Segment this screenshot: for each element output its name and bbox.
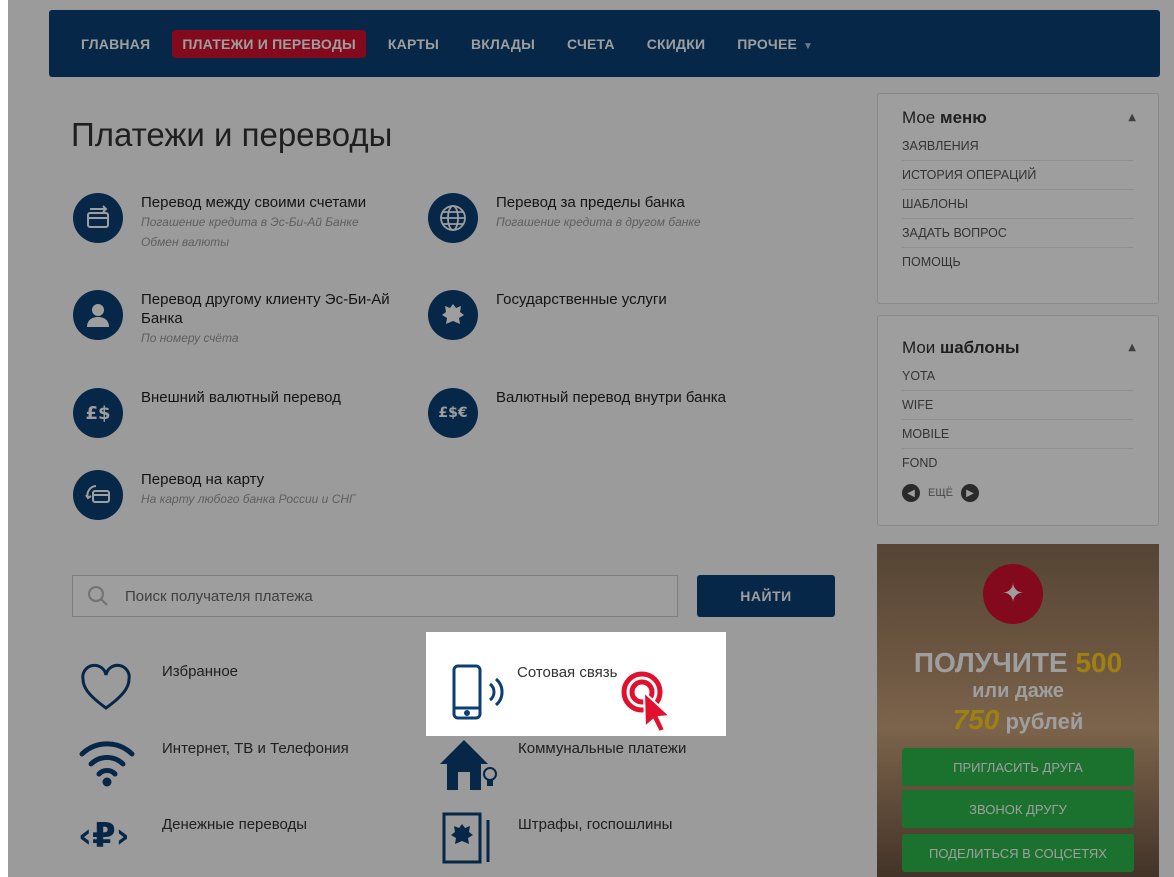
- service-label: Государственные услуги: [496, 291, 667, 308]
- globe-icon: [428, 193, 478, 243]
- chevron-down-icon: ▼: [803, 40, 814, 52]
- card-refresh-icon: [73, 470, 123, 520]
- nav-item-cards[interactable]: КАРТЫ: [378, 30, 449, 58]
- call-friend-button[interactable]: ЗВОНОК ДРУГУ: [902, 790, 1134, 828]
- category-label: Избранное: [162, 663, 239, 680]
- document-coat-icon: [442, 812, 490, 864]
- promo-line3: 750 рублей: [877, 704, 1159, 736]
- click-cursor-icon: [621, 671, 673, 734]
- nav-item-home[interactable]: ГЛАВНАЯ: [71, 30, 160, 58]
- my-templates-title-bold: шаблоны: [940, 338, 1020, 357]
- recipient-search: [72, 575, 678, 617]
- category-mobile-highlight[interactable]: Сотовая связь: [426, 632, 726, 736]
- my-menu-title-bold: меню: [940, 108, 987, 127]
- service-other-client[interactable]: Перевод другому клиенту Эс-Би-Ай Банка П…: [73, 290, 401, 348]
- my-menu-item[interactable]: ЗАЯВЛЕНИЯ: [902, 132, 1134, 161]
- promo-banner: ✦ ПОЛУЧИТЕ 500 или даже 750 рублей ПРИГЛ…: [877, 544, 1159, 877]
- page: ГЛАВНАЯ ПЛАТЕЖИ И ПЕРЕВОДЫ КАРТЫ ВКЛАДЫ …: [8, 0, 1174, 877]
- service-own-accounts[interactable]: Перевод между своими счетами Погашение к…: [73, 193, 401, 252]
- service-sublink[interactable]: Обмен валюты: [141, 232, 401, 252]
- my-menu-item[interactable]: ЗАДАТЬ ВОПРОС: [902, 219, 1134, 248]
- service-outside-bank[interactable]: Перевод за пределы банка Погашение креди…: [428, 193, 756, 243]
- promo-line1: ПОЛУЧИТЕ 500: [877, 647, 1159, 679]
- category-label: Сотовая связь: [517, 664, 618, 681]
- template-item[interactable]: FOND: [902, 449, 1134, 478]
- top-nav: ГЛАВНАЯ ПЛАТЕЖИ И ПЕРЕВОДЫ КАРТЫ ВКЛАДЫ …: [49, 10, 1160, 77]
- service-sublink[interactable]: По номеру счёта: [141, 328, 401, 348]
- service-currency-internal[interactable]: £$€ Валютный перевод внутри банка: [428, 388, 756, 438]
- service-label: Перевод на карту: [141, 471, 265, 488]
- promo-line2: или даже: [972, 680, 1064, 702]
- find-button[interactable]: НАЙТИ: [697, 575, 835, 617]
- category-label: Коммунальные платежи: [518, 740, 687, 757]
- my-menu-item[interactable]: ПОМОЩЬ: [902, 248, 1134, 277]
- my-menu-item[interactable]: ИСТОРИЯ ОПЕРАЦИЙ: [902, 161, 1134, 190]
- heart-icon: [81, 663, 131, 710]
- service-gov[interactable]: Государственные услуги: [428, 290, 756, 340]
- prev-arrow-icon[interactable]: ◀: [902, 484, 920, 502]
- service-sublink[interactable]: На карту любого банка России и СНГ: [141, 489, 401, 509]
- my-templates-title: Мои шаблоны: [902, 338, 1134, 358]
- service-sublink[interactable]: Погашение кредита в другом банке: [496, 212, 756, 232]
- card-transfer-icon: [73, 193, 123, 243]
- my-menu-item[interactable]: ШАБЛОНЫ: [902, 190, 1134, 219]
- category-label: Штрафы, госпошлины: [518, 816, 673, 833]
- coat-of-arms-icon: [428, 290, 478, 340]
- currency-icon: £$: [73, 388, 123, 438]
- mobile-phone-icon: [452, 664, 504, 720]
- wifi-icon: [79, 741, 135, 787]
- service-label: Внешний валютный перевод: [141, 389, 341, 406]
- share-social-button[interactable]: ПОДЕЛИТЬСЯ В СОЦСЕТЯХ: [902, 834, 1134, 872]
- nav-item-accounts[interactable]: СЧЕТА: [557, 30, 625, 58]
- collapse-icon[interactable]: ▲: [1128, 342, 1136, 353]
- my-menu-panel: Мое меню ▲ ЗАЯВЛЕНИЯ ИСТОРИЯ ОПЕРАЦИЙ ША…: [877, 93, 1159, 304]
- search-input[interactable]: [125, 587, 645, 605]
- promo-line1-text: ПОЛУЧИТЕ: [913, 647, 1068, 678]
- people-logo-icon: ✦: [983, 564, 1043, 624]
- my-templates-title-light: Мои: [902, 338, 936, 357]
- template-item[interactable]: WIFE: [902, 391, 1134, 420]
- house-icon: [440, 740, 497, 790]
- invite-friend-button[interactable]: ПРИГЛАСИТЬ ДРУГА: [902, 748, 1134, 786]
- category-label: Интернет, ТВ и Телефония: [162, 740, 349, 757]
- category-label: Денежные переводы: [162, 816, 308, 833]
- person-icon: [73, 290, 123, 340]
- promo-line3-text: рублей: [1005, 709, 1084, 734]
- service-to-card[interactable]: Перевод на карту На карту любого банка Р…: [73, 470, 401, 520]
- service-label: Перевод другому клиенту Эс-Би-Ай Банка: [141, 291, 390, 327]
- nav-item-payments[interactable]: ПЛАТЕЖИ И ПЕРЕВОДЫ: [172, 29, 366, 58]
- nav-item-deposits[interactable]: ВКЛАДЫ: [461, 30, 545, 58]
- service-label: Перевод между своими счетами: [141, 194, 367, 211]
- my-menu-title: Мое меню: [902, 108, 1134, 128]
- page-title: Платежи и переводы: [71, 116, 393, 153]
- promo-amount-500: 500: [1075, 647, 1123, 678]
- promo-amount-750: 750: [952, 704, 1000, 735]
- currency-exchange-icon: £$€: [428, 388, 478, 438]
- ruble-icon: ‹₽›: [78, 816, 130, 856]
- next-arrow-icon[interactable]: ▶: [961, 484, 979, 502]
- my-menu-title-light: Мое: [902, 108, 936, 127]
- service-foreign-currency[interactable]: £$ Внешний валютный перевод: [73, 388, 401, 438]
- template-item[interactable]: MOBILE: [902, 420, 1134, 449]
- nav-item-other-label: ПРОЧЕЕ: [737, 35, 798, 52]
- service-sublink[interactable]: Погашение кредита в Эс-Би-Ай Банке: [141, 212, 401, 232]
- my-templates-panel: Мои шаблоны ▲ YOTA WIFE MOBILE FOND ◀ ЕЩ…: [877, 315, 1159, 526]
- nav-item-discounts[interactable]: СКИДКИ: [637, 30, 716, 58]
- template-item[interactable]: YOTA: [902, 362, 1134, 391]
- collapse-icon[interactable]: ▲: [1128, 112, 1136, 123]
- service-label: Перевод за пределы банка: [496, 194, 685, 211]
- nav-item-other[interactable]: ПРОЧЕЕ ▼: [727, 30, 823, 58]
- more-label[interactable]: ЕЩЁ: [928, 487, 953, 499]
- search-icon: [87, 585, 108, 606]
- templates-pager: ◀ ЕЩЁ ▶: [902, 484, 1134, 502]
- service-label: Валютный перевод внутри банка: [496, 389, 727, 406]
